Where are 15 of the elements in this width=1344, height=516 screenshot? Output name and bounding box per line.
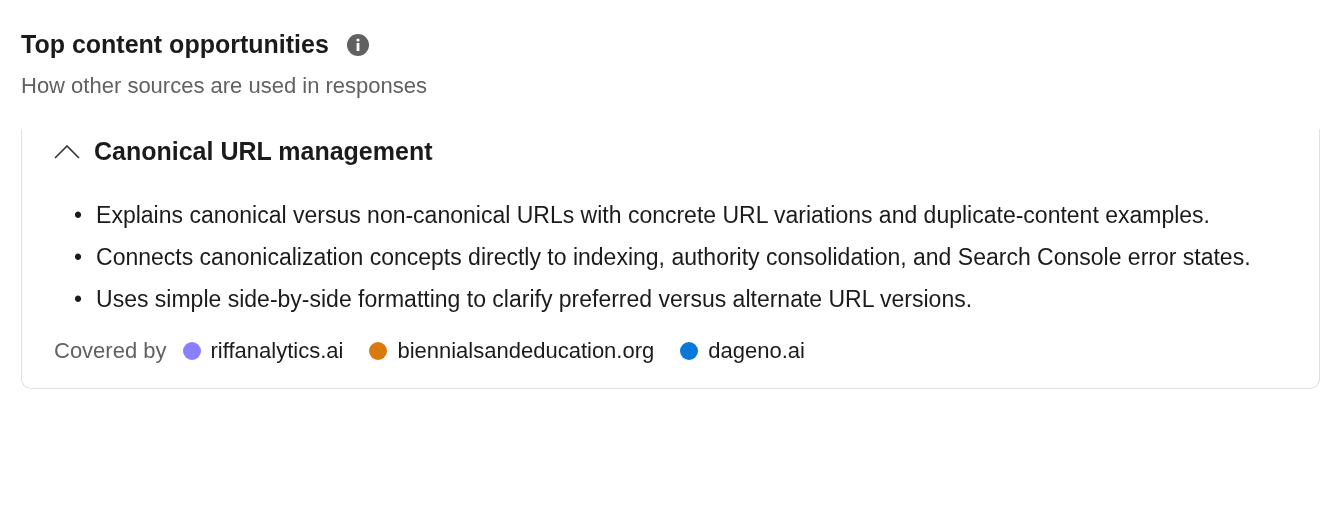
source-name: dageno.ai (708, 338, 805, 364)
bullet-marker: • (74, 243, 83, 272)
bullet-point: Explains canonical versus non-canonical URLs with concrete URL variations and duplicate-content examples. (96, 201, 1210, 230)
bullet-point: Connects canonicalization concepts directly to indexing, authority consolidation, and Search Console error states. (96, 243, 1251, 272)
bullet-point: Uses simple side-by-side formatting to clarify preferred versus alternate URL versions. (96, 285, 973, 314)
accordion-header[interactable]: Canonical URL management (54, 137, 433, 166)
chevron-icon (54, 144, 80, 159)
covered-by-label: Covered by (54, 338, 167, 364)
section-subtitle: How other sources are used in responses (21, 73, 428, 99)
bullet-marker: • (74, 201, 83, 230)
bullet-marker: • (74, 285, 83, 314)
info-icon[interactable] (346, 33, 369, 56)
section-title: Top content opportunities (21, 30, 329, 59)
source-name: riffanalytics.ai (210, 338, 344, 364)
source-name: biennialsandeducation.org (397, 338, 655, 364)
